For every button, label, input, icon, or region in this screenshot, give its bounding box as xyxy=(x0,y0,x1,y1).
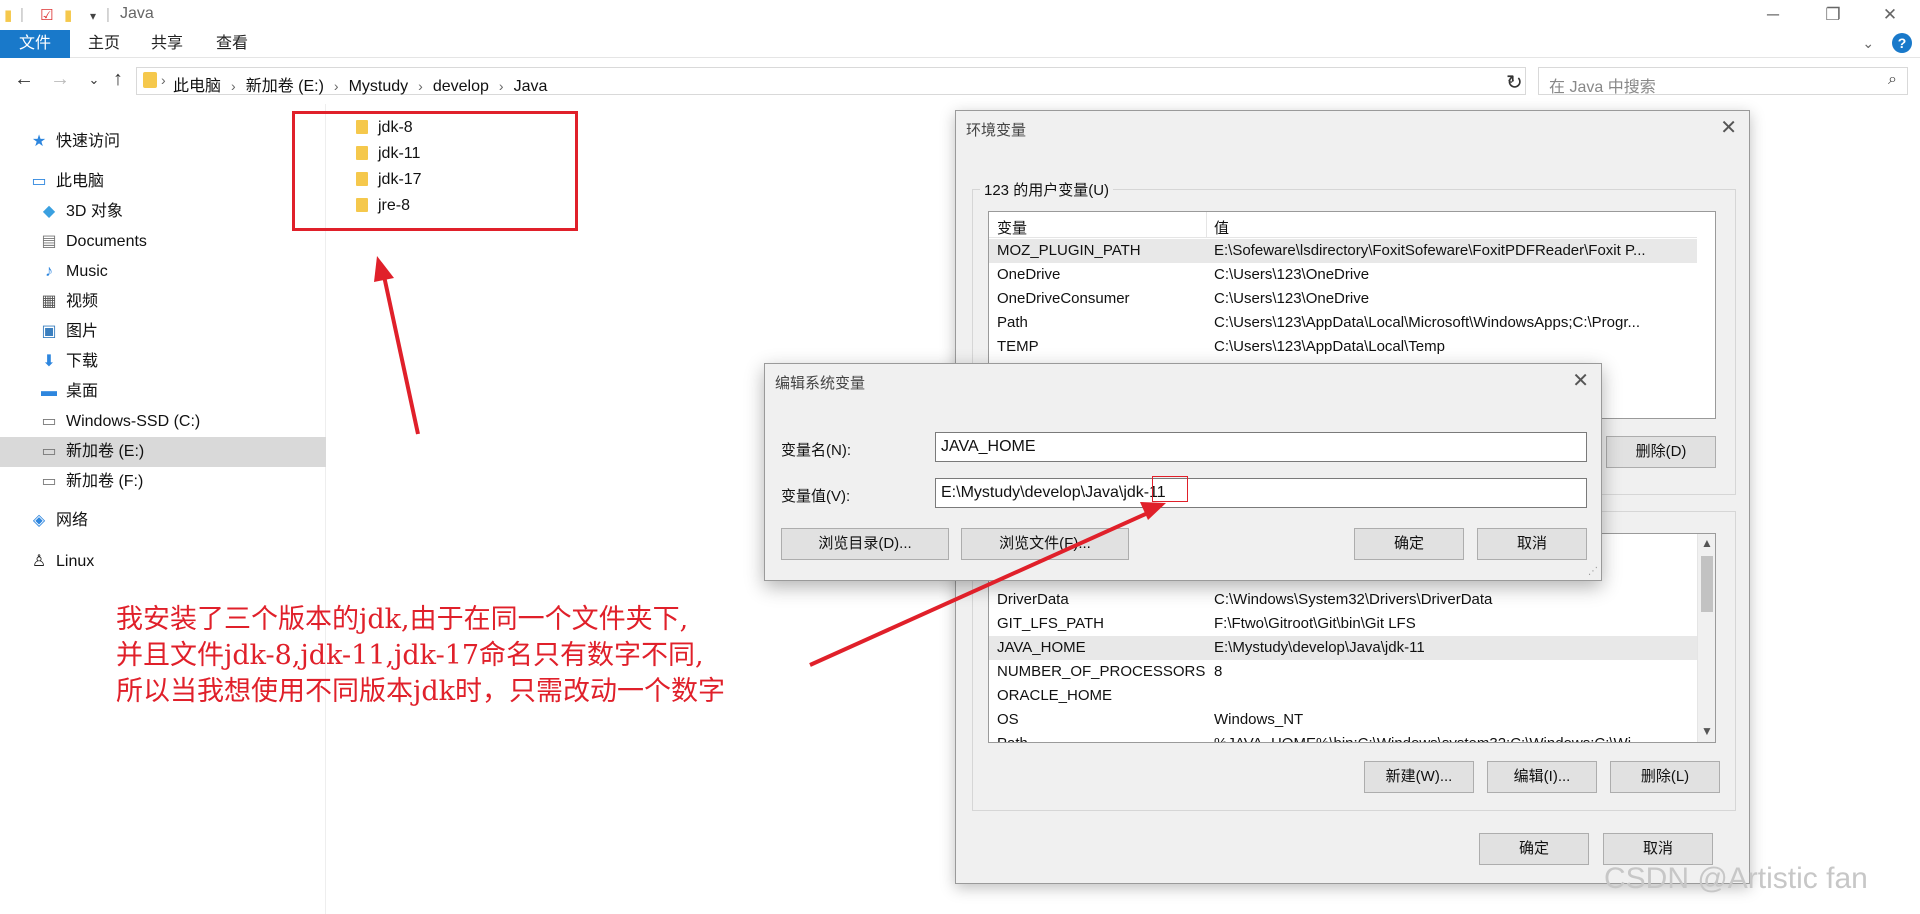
annotation-text: 我安装了三个版本的jdk,由于在同一个文件夹下, 并且文件jdk-8,jdk-1… xyxy=(116,602,725,710)
annotation-arrow-to-folders xyxy=(382,275,420,435)
annotation-arrow-to-input xyxy=(809,510,1151,667)
annotation-arrows xyxy=(374,256,1166,667)
arrowhead-icon xyxy=(1140,502,1166,520)
annotation-line: 所以当我想使用不同版本jdk时，只需改动一个数字 xyxy=(116,676,726,707)
watermark: CSDN @Artistic fan xyxy=(1604,862,1868,895)
annotation-line: 并且文件jdk-8,jdk-11,jdk-17命名只有数字不同, xyxy=(116,640,704,671)
arrowhead-icon xyxy=(374,256,394,282)
annotation-line: 我安装了三个版本的jdk,由于在同一个文件夹下, xyxy=(116,604,689,635)
